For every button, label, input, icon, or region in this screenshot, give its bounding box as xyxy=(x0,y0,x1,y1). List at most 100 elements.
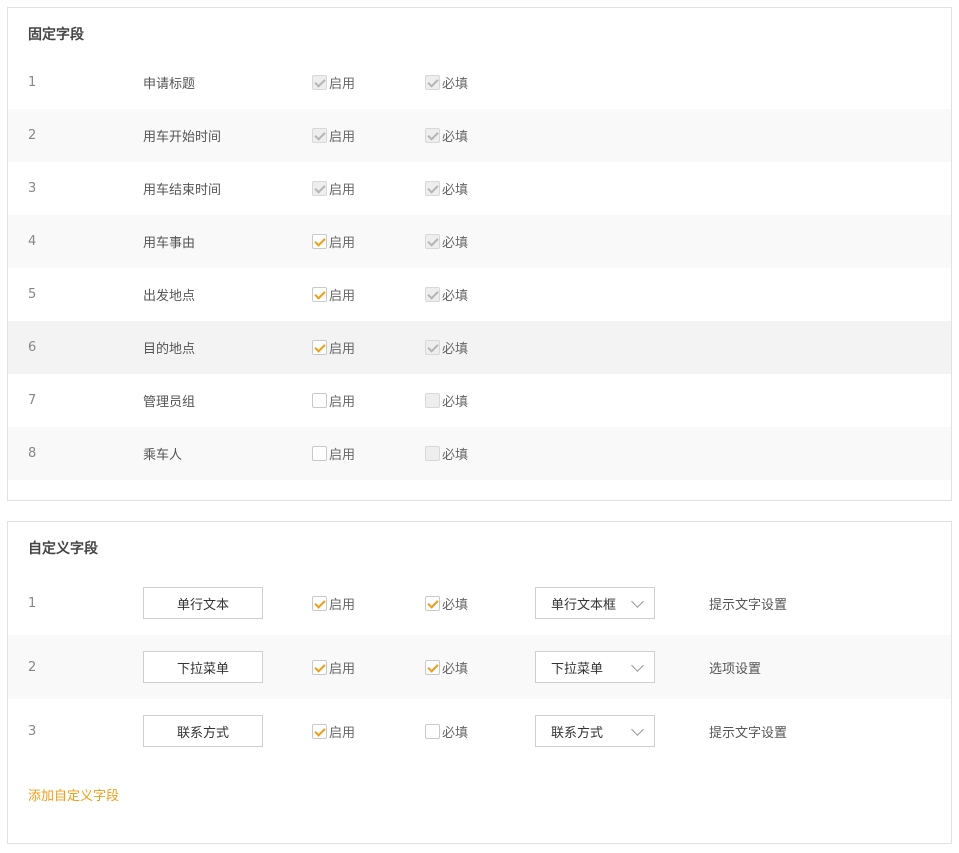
field-name: 出发地点 xyxy=(143,289,196,304)
checkbox-icon[interactable] xyxy=(425,595,440,611)
enable-checkbox[interactable]: 启用 xyxy=(312,658,355,677)
field-name-input[interactable]: 单行文本 xyxy=(143,587,263,619)
checkbox-icon[interactable] xyxy=(312,723,327,739)
required-label: 必填 xyxy=(442,661,469,677)
checkbox-icon[interactable] xyxy=(312,287,327,302)
enable-checkbox[interactable]: 启用 xyxy=(312,232,355,251)
enable-cell: 启用 xyxy=(312,162,355,215)
enable-label: 启用 xyxy=(329,661,356,677)
row-index: 2 xyxy=(28,128,37,143)
required-cell: 必填 xyxy=(425,215,468,268)
required-checkbox: 必填 xyxy=(425,444,468,463)
required-label: 必填 xyxy=(442,725,469,741)
fixed-field-row: 4 用车事由 启用 必填 xyxy=(8,215,951,268)
custom-fields-title: 自定义字段 xyxy=(28,541,98,557)
checkbox-icon xyxy=(425,75,440,90)
enable-label: 启用 xyxy=(329,342,356,357)
enable-checkbox[interactable]: 启用 xyxy=(312,285,355,304)
enable-cell: 启用 xyxy=(312,109,355,162)
required-label: 必填 xyxy=(442,342,469,357)
custom-fields-panel: 自定义字段 1 单行文本 启用 必填 单行文本框 提示文字设置 2 下拉菜单 启用 必填 下拉菜单选… xyxy=(7,521,952,844)
required-cell: 必填 xyxy=(425,374,468,427)
required-checkbox: 必填 xyxy=(425,391,468,410)
chevron-down-icon[interactable] xyxy=(631,595,644,608)
field-name-input[interactable]: 下拉菜单 xyxy=(143,651,263,683)
fixed-field-row: 1 申请标题 启用 必填 xyxy=(8,56,951,109)
enable-checkbox[interactable]: 启用 xyxy=(312,391,355,410)
enable-checkbox[interactable]: 启用 xyxy=(312,444,355,463)
checkbox-icon xyxy=(425,446,440,461)
enable-checkbox: 启用 xyxy=(312,73,355,92)
custom-field-row: 1 单行文本 启用 必填 单行文本框 提示文字设置 xyxy=(8,571,951,635)
required-checkbox[interactable]: 必填 xyxy=(425,722,468,741)
chevron-down-icon[interactable] xyxy=(631,723,644,736)
checkbox-icon xyxy=(425,181,440,196)
fixed-field-row: 7 管理员组 启用 必填 xyxy=(8,374,951,427)
field-type-select[interactable]: 下拉菜单 xyxy=(535,651,655,683)
field-settings-link[interactable]: 提示文字设置 xyxy=(709,571,787,635)
required-cell: 必填 xyxy=(425,571,468,635)
row-index: 3 xyxy=(28,723,37,739)
enable-label: 启用 xyxy=(329,597,356,613)
fixed-fields-panel: 固定字段 1 申请标题 启用 必填 2 用车开始时间 启用 必填 3 用车结束时间 启用 必填 4 用车事… xyxy=(7,7,952,501)
enable-checkbox: 启用 xyxy=(312,179,355,198)
enable-cell: 启用 xyxy=(312,571,355,635)
field-name: 申请标题 xyxy=(143,77,196,92)
checkbox-icon xyxy=(425,287,440,302)
field-name-cell: 下拉菜单 xyxy=(143,635,263,699)
row-index: 2 xyxy=(28,659,37,675)
enable-cell: 启用 xyxy=(312,635,355,699)
checkbox-icon[interactable] xyxy=(312,393,327,408)
enable-checkbox[interactable]: 启用 xyxy=(312,594,355,613)
enable-label: 启用 xyxy=(329,130,356,145)
field-name: 用车事由 xyxy=(143,236,196,251)
enable-cell: 启用 xyxy=(312,56,355,109)
enable-label: 启用 xyxy=(329,395,356,410)
required-cell: 必填 xyxy=(425,268,468,321)
field-name: 乘车人 xyxy=(143,448,183,463)
enable-cell: 启用 xyxy=(312,699,355,763)
enable-cell: 启用 xyxy=(312,321,355,374)
row-index: 1 xyxy=(28,75,37,90)
enable-cell: 启用 xyxy=(312,215,355,268)
checkbox-icon[interactable] xyxy=(425,659,440,675)
checkbox-icon[interactable] xyxy=(312,446,327,461)
enable-label: 启用 xyxy=(329,289,356,304)
field-settings-link[interactable]: 选项设置 xyxy=(709,635,761,699)
checkbox-icon[interactable] xyxy=(312,340,327,355)
row-index: 7 xyxy=(28,393,37,408)
field-type-cell: 联系方式 xyxy=(535,699,655,763)
field-type-value: 下拉菜单 xyxy=(551,661,604,677)
required-label: 必填 xyxy=(442,395,469,410)
checkbox-icon xyxy=(312,181,327,196)
checkbox-icon xyxy=(425,234,440,249)
enable-label: 启用 xyxy=(329,183,356,198)
fixed-field-row: 6 目的地点 启用 必填 xyxy=(8,321,951,374)
row-index: 1 xyxy=(28,595,37,611)
chevron-down-icon[interactable] xyxy=(631,659,644,672)
fixed-field-row: 2 用车开始时间 启用 必填 xyxy=(8,109,951,162)
required-checkbox[interactable]: 必填 xyxy=(425,594,468,613)
checkbox-icon xyxy=(425,128,440,143)
custom-field-row: 3 联系方式 启用 必填 联系方式 提示文字设置 xyxy=(8,699,951,763)
enable-checkbox[interactable]: 启用 xyxy=(312,722,355,741)
checkbox-icon[interactable] xyxy=(425,723,440,739)
field-name-input[interactable]: 联系方式 xyxy=(143,715,263,747)
checkbox-icon[interactable] xyxy=(312,234,327,249)
field-type-select[interactable]: 单行文本框 xyxy=(535,587,655,619)
enable-cell: 启用 xyxy=(312,268,355,321)
required-label: 必填 xyxy=(442,289,469,304)
checkbox-icon[interactable] xyxy=(312,595,327,611)
checkbox-icon[interactable] xyxy=(312,659,327,675)
field-type-cell: 下拉菜单 xyxy=(535,635,655,699)
field-type-select[interactable]: 联系方式 xyxy=(535,715,655,747)
field-settings-link[interactable]: 提示文字设置 xyxy=(709,699,787,763)
enable-label: 启用 xyxy=(329,448,356,463)
required-checkbox[interactable]: 必填 xyxy=(425,658,468,677)
fixed-field-row: 8 乘车人 启用 必填 xyxy=(8,427,951,480)
required-label: 必填 xyxy=(442,597,469,613)
enable-checkbox[interactable]: 启用 xyxy=(312,338,355,357)
add-custom-field-link[interactable]: 添加自定义字段 xyxy=(28,785,119,804)
enable-label: 启用 xyxy=(329,725,356,741)
required-checkbox: 必填 xyxy=(425,285,468,304)
